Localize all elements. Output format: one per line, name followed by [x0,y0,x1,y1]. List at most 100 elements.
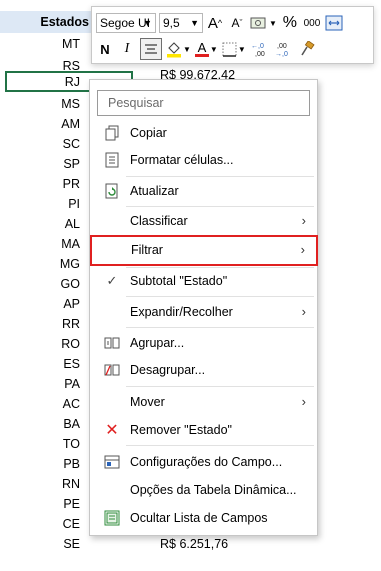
percent-style-button[interactable]: % [281,12,299,34]
font-name-dropdown[interactable]: Segoe UI ▼ [96,13,156,33]
format-painter-icon [301,41,315,56]
state-cell[interactable]: AL [0,213,80,235]
svg-text:,00: ,00 [255,51,265,57]
value-cell[interactable]: R$ 6.251,76 [160,533,228,555]
menu-item-filtrar[interactable]: Filtrar › [90,235,318,266]
borders-button[interactable]: ▼ [222,38,246,60]
menu-item-label: Opções da Tabela Dinâmica... [130,483,297,497]
menu-separator [126,176,314,177]
state-cell[interactable]: TO [0,433,80,455]
bold-icon: N [100,41,110,57]
increase-decimal-icon: ←,0 ,00 [251,43,265,57]
state-cell[interactable]: MA [0,233,80,255]
menu-item-label: Desagrupar... [130,363,206,377]
state-cell[interactable]: AP [0,293,80,315]
column-header-estados[interactable]: Estados [0,11,91,33]
state-cell[interactable]: PE [0,493,80,515]
menu-separator [126,206,314,207]
svg-text:,00: ,00 [277,43,287,50]
menu-item-desagrupar[interactable]: Desagrupar... [91,358,317,382]
menu-search-input[interactable]: Pesquisar [97,90,310,116]
menu-item-label: Expandir/Recolher [130,305,233,319]
state-cell[interactable]: MT [0,33,80,55]
refresh-icon [103,182,121,200]
percent-icon: % [282,14,298,31]
menu-item-ocultar-lista-campos[interactable]: Ocultar Lista de Campos [91,506,317,530]
state-cell[interactable]: PA [0,373,80,395]
menu-item-label: Formatar células... [130,153,234,167]
state-cell[interactable]: AM [0,113,80,135]
state-cell[interactable]: BA [0,413,80,435]
state-cell[interactable]: SC [0,133,80,155]
state-cell[interactable]: PR [0,173,80,195]
menu-item-expandir-recolher[interactable]: Expandir/Recolher › [91,300,317,324]
menu-item-label: Remover "Estado" [130,423,232,437]
number-format-button[interactable]: ▼ [250,12,277,34]
increase-decimal-button[interactable]: ←,0 ,00 [250,38,270,60]
menu-item-atualizar[interactable]: Atualizar [91,179,317,203]
shrink-font-button[interactable]: Aˇ [228,12,246,34]
menu-item-label: Copiar [130,126,167,140]
bold-button[interactable]: N [96,38,114,60]
menu-item-label: Filtrar [131,243,163,257]
menu-item-label: Agrupar... [130,336,185,350]
font-color-icon: A [197,39,207,55]
thousands-separator-button[interactable]: 000 [303,12,321,34]
font-color-button[interactable]: A ▼ [194,38,218,60]
format-cells-icon [103,151,121,169]
menu-item-copiar[interactable]: Copiar [91,121,317,145]
align-center-button[interactable] [140,38,162,60]
state-cell[interactable]: RR [0,313,80,335]
thousands-icon: 000 [303,17,321,29]
state-cell[interactable]: CE [0,513,80,535]
font-size-dropdown[interactable]: 9,5 ▼ [159,13,203,33]
shrink-font-icon: A [231,16,240,30]
format-painter-button[interactable] [298,38,316,60]
menu-item-classificar[interactable]: Classificar › [91,209,317,233]
menu-item-agrupar[interactable]: Agrupar... [91,331,317,355]
autofit-button[interactable] [325,12,343,34]
grow-font-button[interactable]: A ^ [206,12,224,34]
state-cell[interactable]: MG [0,253,80,275]
borders-icon [222,42,237,57]
fill-color-button[interactable]: ▼ [166,38,191,60]
menu-item-label: Classificar [130,214,188,228]
mini-toolbar: Segoe UI ▼ 9,5 ▼ A ^ Aˇ ▼ % 000 N I ▼ A … [91,6,374,64]
menu-item-opcoes-tabela-dinamica[interactable]: Opções da Tabela Dinâmica... [91,478,317,502]
state-cell[interactable]: SE [0,533,80,555]
state-cell[interactable]: RN [0,473,80,495]
state-cell[interactable]: ES [0,353,80,375]
menu-item-label: Ocultar Lista de Campos [130,511,268,525]
decrease-decimal-icon: ,00 →,0 [275,43,288,57]
ungroup-icon [103,361,121,379]
menu-separator [126,386,314,387]
menu-item-subtotal[interactable]: ✓ Subtotal "Estado" [91,269,317,293]
menu-item-remover[interactable]: ✕ Remover "Estado" [91,418,317,442]
decrease-decimal-button[interactable]: ,00 →,0 [274,38,294,60]
state-cell[interactable]: GO [0,273,80,295]
context-menu: Pesquisar Copiar Formatar células... Atu… [89,79,318,536]
menu-item-mover[interactable]: Mover › [91,390,317,414]
state-cell[interactable]: PI [0,193,80,215]
svg-text:→,0: →,0 [275,51,288,57]
menu-item-formatar-celulas[interactable]: Formatar células... [91,148,317,172]
chevron-right-icon: › [300,242,305,257]
menu-item-configuracoes-campo[interactable]: Configurações do Campo... [91,450,317,474]
state-cell[interactable]: PB [0,453,80,475]
italic-button[interactable]: I [118,38,136,60]
chevron-right-icon: › [301,394,306,409]
align-center-icon [145,44,157,54]
state-cell[interactable]: AC [0,393,80,415]
currency-format-icon [250,17,266,29]
menu-separator [126,445,314,446]
menu-item-label: Atualizar [130,184,179,198]
checkmark-icon: ✓ [106,273,118,288]
chevron-down-icon: ▼ [190,18,199,28]
grow-font-icon: A [207,14,218,32]
state-cell[interactable]: RO [0,333,80,355]
menu-separator [126,267,314,268]
italic-icon: I [124,41,130,56]
state-cell[interactable]: MS [0,93,80,115]
state-cell[interactable]: SP [0,153,80,175]
menu-separator [126,296,314,297]
